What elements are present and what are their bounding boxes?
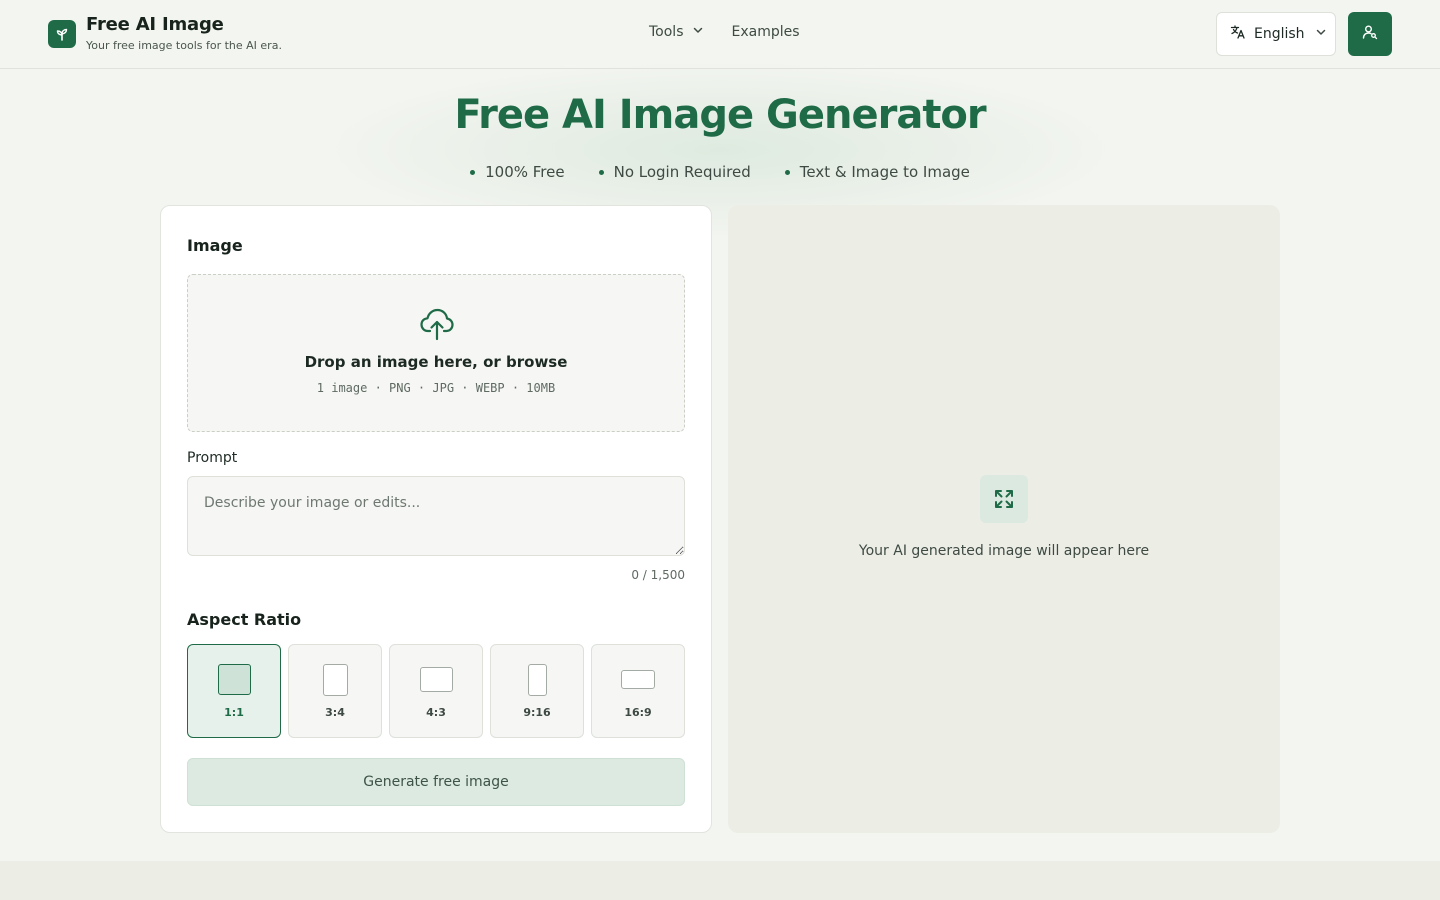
ratio-option-1-1[interactable]: 1:1: [187, 644, 281, 738]
brand-subtitle: Your free image tools for the AI era.: [86, 39, 282, 52]
ratio-shape: [218, 664, 251, 695]
prompt-label: Prompt: [187, 450, 238, 466]
language-label: English: [1254, 26, 1305, 42]
chevron-down-icon: [692, 24, 704, 40]
ratio-option-16-9[interactable]: 16:9: [591, 644, 685, 738]
ratio-shape: [420, 667, 453, 692]
translate-icon: [1230, 24, 1246, 44]
nav-tools-label: Tools: [649, 24, 684, 40]
ratio-option-9-16[interactable]: 9:16: [490, 644, 584, 738]
page-title: Free AI Image Generator: [454, 92, 986, 138]
account-button[interactable]: [1348, 12, 1392, 56]
expand-icon: [980, 475, 1028, 523]
nav-tools[interactable]: Tools: [649, 24, 704, 40]
ratio-option-3-4[interactable]: 3:4: [288, 644, 382, 738]
generator-form-card: Image Drop an image here, or browse 1 im…: [160, 205, 712, 833]
ratio-label: 16:9: [624, 706, 652, 719]
nav-examples[interactable]: Examples: [732, 24, 800, 40]
ratio-label: 1:1: [224, 706, 244, 719]
feature-label: Text & Image to Image: [799, 163, 970, 181]
feature-item: 100% Free: [470, 163, 565, 181]
dropzone-title: Drop an image here, or browse: [304, 353, 568, 371]
ratio-shape: [528, 664, 547, 696]
aspect-ratio-title: Aspect Ratio: [187, 610, 302, 629]
brand-title: Free AI Image: [86, 14, 224, 35]
footer-band: [0, 861, 1440, 900]
image-preview-panel: Your AI generated image will appear here: [728, 205, 1280, 833]
aspect-ratio-options: 1:1 3:4 4:3 9:16 16:9: [187, 644, 685, 738]
character-counter: 0 / 1,500: [631, 568, 685, 582]
brand[interactable]: Free AI Image Your free image tools for …: [48, 14, 282, 52]
ratio-option-4-3[interactable]: 4:3: [389, 644, 483, 738]
prompt-input[interactable]: [187, 476, 685, 556]
ratio-shape: [621, 670, 655, 689]
language-selector[interactable]: English: [1216, 12, 1336, 56]
generate-button[interactable]: Generate free image: [187, 758, 685, 806]
bullet-dot: [784, 169, 790, 175]
bullet-dot: [470, 169, 476, 175]
ratio-label: 4:3: [426, 706, 446, 719]
image-dropzone[interactable]: Drop an image here, or browse 1 image · …: [187, 274, 685, 432]
feature-item: No Login Required: [598, 163, 751, 181]
user-search-icon: [1362, 24, 1378, 44]
top-header: Free AI Image Your free image tools for …: [0, 0, 1440, 69]
sprout-logo-icon: [48, 20, 76, 48]
ratio-shape: [323, 664, 348, 696]
preview-placeholder-text: Your AI generated image will appear here: [858, 543, 1150, 559]
cloud-upload-icon: [419, 307, 455, 345]
bullet-dot: [598, 169, 604, 175]
feature-label: No Login Required: [613, 163, 751, 181]
dropzone-hint: 1 image · PNG · JPG · WEBP · 10MB: [316, 381, 556, 395]
feature-label: 100% Free: [485, 163, 565, 181]
main-nav: Tools Examples: [649, 24, 800, 40]
feature-list: 100% Free No Login Required Text & Image…: [0, 163, 1440, 181]
chevron-down-icon: [1315, 26, 1327, 42]
nav-examples-label: Examples: [731, 24, 800, 40]
image-section-title: Image: [187, 236, 243, 255]
ratio-label: 9:16: [523, 706, 551, 719]
feature-item: Text & Image to Image: [784, 163, 970, 181]
ratio-label: 3:4: [325, 706, 345, 719]
